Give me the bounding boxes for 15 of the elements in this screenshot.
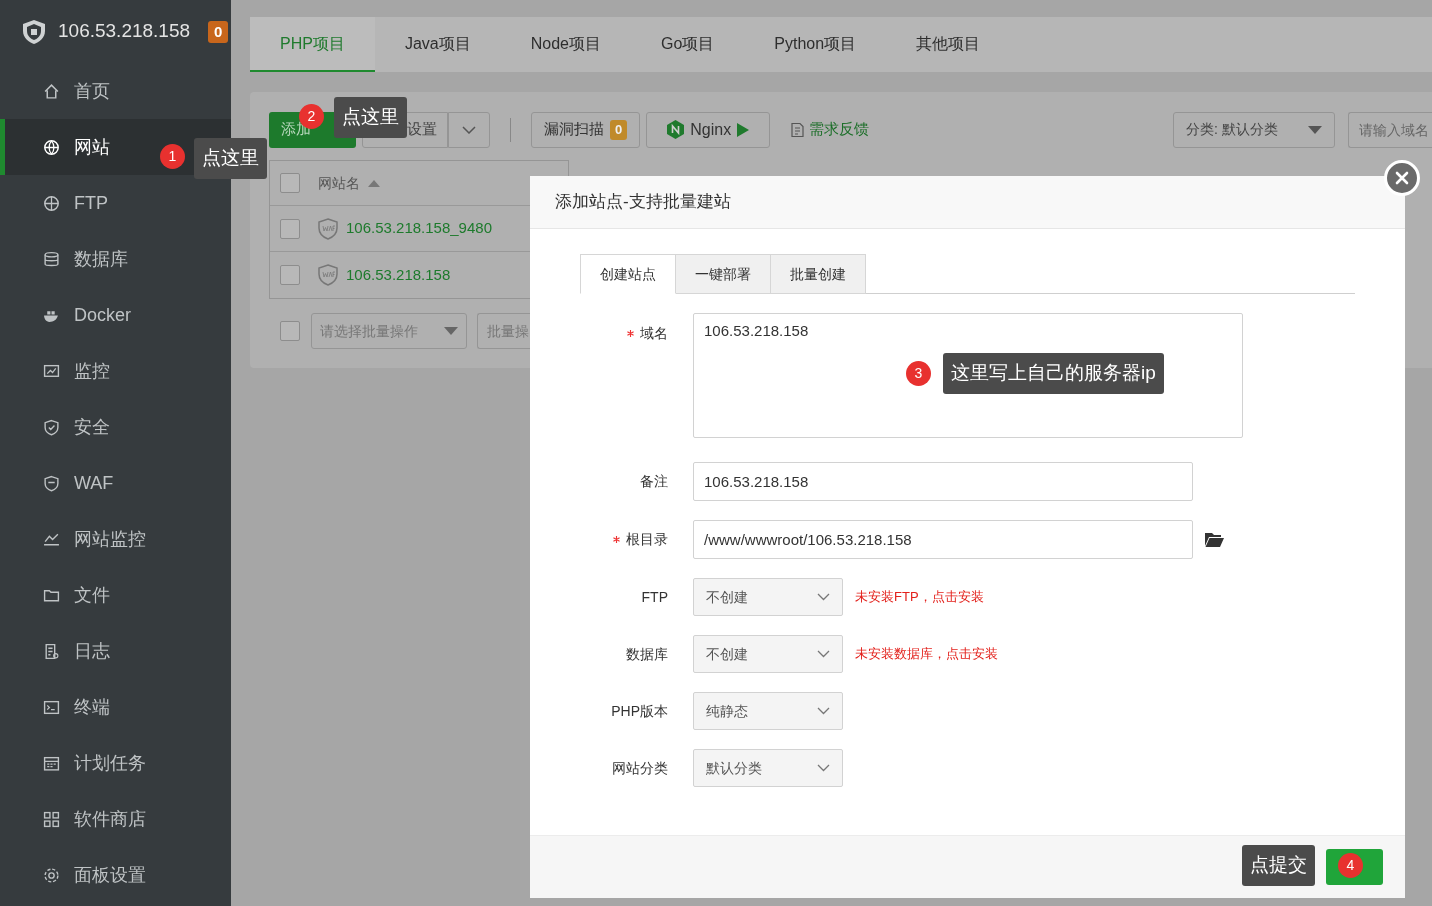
server-address: 106.53.218.158 — [58, 19, 191, 44]
field-label: 数据库 — [626, 644, 668, 664]
annotation-tooltip: 点提交 — [1242, 845, 1315, 886]
field-label: FTP — [641, 587, 668, 607]
alert-count-badge: 0 — [208, 20, 229, 43]
field-label: 备注 — [640, 472, 668, 491]
field-label: 域名 — [640, 324, 668, 343]
field-label: 网站分类 — [612, 758, 668, 778]
annotation-tooltip: 这里写上自己的服务器ip — [943, 353, 1164, 394]
scan-count-badge: 0 — [610, 119, 628, 140]
field-label: PHP版本 — [611, 701, 668, 721]
field-label: 根目录 — [626, 530, 668, 549]
dialog-title: 添加站点-支持批量建站 — [555, 191, 731, 214]
annotation-tooltip: 点这里 — [194, 138, 267, 179]
annotation-tooltip: 点这里 — [334, 97, 407, 138]
